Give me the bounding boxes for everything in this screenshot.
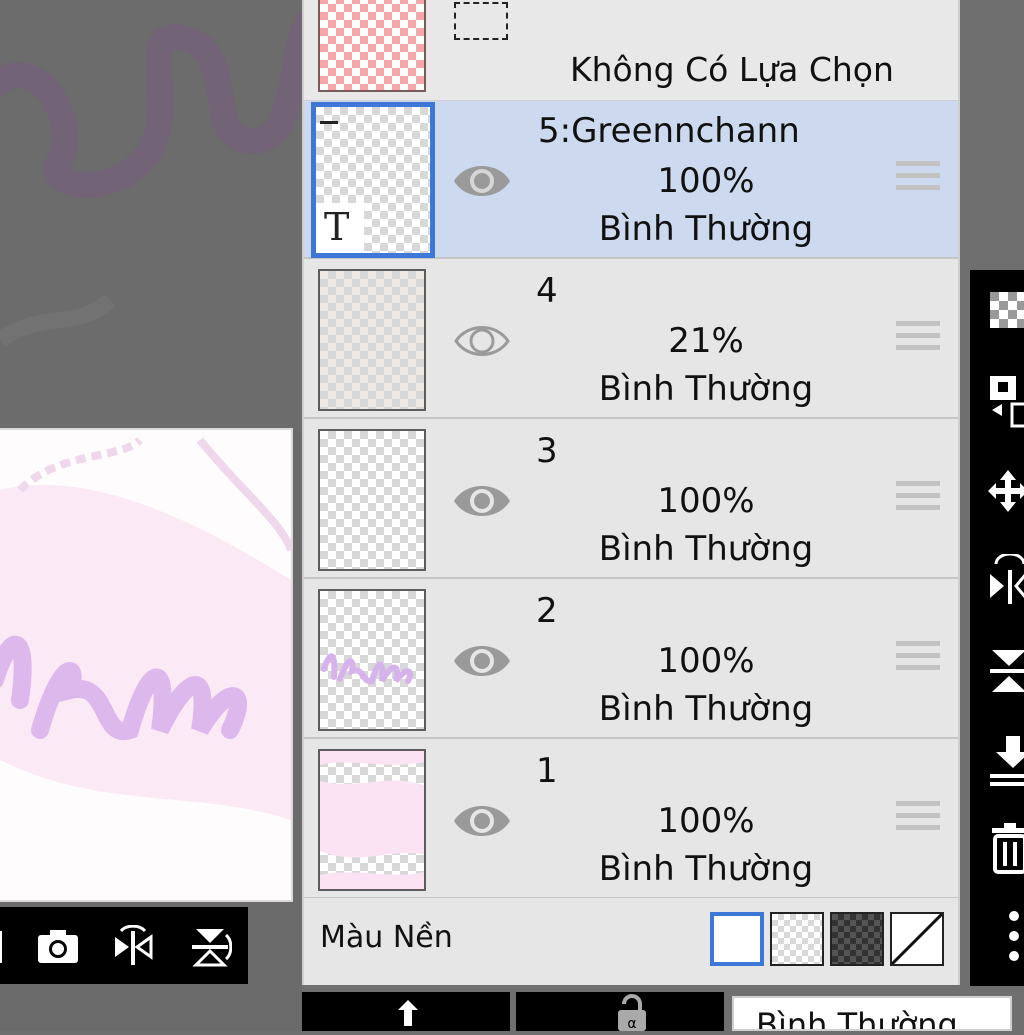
drag-handle-icon[interactable] — [896, 481, 940, 521]
background-white-swatch[interactable] — [710, 912, 764, 966]
visibility-eye-icon[interactable] — [452, 159, 512, 203]
selection-label: Không Có Lựa Chọn — [570, 50, 894, 89]
layer-thumbnail-art — [321, 653, 414, 685]
svg-text:α: α — [627, 1016, 636, 1031]
alpha-lock-icon: α — [618, 994, 646, 1032]
canvas-preview-art — [0, 430, 291, 900]
drag-handle-icon[interactable] — [896, 161, 940, 201]
layer-row-1[interactable]: 1 100% Bình Thường — [304, 741, 958, 899]
alpha-lock-button[interactable]: α — [516, 992, 724, 1032]
layer-row-4[interactable]: 4 21% Bình Thường — [304, 261, 958, 419]
canvas-artwork-background — [0, 0, 302, 430]
drag-handle-icon[interactable] — [896, 641, 940, 681]
layer-bottom-bar: α Bình Thường — [302, 992, 1024, 1032]
selection-marquee-icon — [454, 2, 508, 40]
clipping-button[interactable] — [302, 992, 510, 1031]
canvas-preview[interactable] — [0, 428, 293, 902]
selection-layer-row[interactable]: Không Có Lựa Chọn — [304, 0, 958, 102]
layer-thumbnail — [318, 749, 426, 891]
layer-panel: Không Có Lựa Chọn T 5:Greennchann 100% B… — [302, 0, 960, 985]
layer-blend-mode: Bình Thường — [598, 209, 814, 249]
copy-layer-icon[interactable] — [986, 370, 1024, 428]
merge-down-icon[interactable] — [986, 732, 1024, 786]
move-icon[interactable] — [986, 466, 1024, 516]
clipping-arrow-icon — [398, 1000, 418, 1026]
background-none-swatch[interactable] — [890, 912, 944, 966]
canvas-area[interactable] — [0, 0, 302, 1031]
layer-blend-mode: Bình Thường — [598, 529, 814, 569]
visibility-eye-icon[interactable] — [452, 479, 512, 523]
layer-name: 2 — [536, 591, 558, 631]
blend-mode-value: Bình Thường — [756, 1006, 958, 1031]
layer-blend-mode: Bình Thường — [598, 849, 814, 889]
layer-opacity: 100% — [657, 481, 755, 521]
text-layer-glyph: T — [324, 205, 350, 249]
camera-icon[interactable] — [36, 925, 80, 969]
layer-name: 1 — [536, 751, 558, 791]
layer-opacity: 100% — [657, 801, 755, 841]
visibility-eye-icon[interactable] — [452, 639, 512, 683]
more-options-icon[interactable] — [986, 908, 1024, 961]
layer-row-2[interactable]: 2 100% Bình Thường — [304, 581, 958, 739]
layer-thumbnail-art — [320, 751, 424, 889]
layer-blend-mode: Bình Thường — [598, 369, 814, 409]
layer-thumbnail — [318, 429, 426, 571]
flip-vertical-icon[interactable] — [188, 925, 233, 969]
layer-opacity: 100% — [657, 641, 755, 681]
add-layer-icon[interactable] — [986, 286, 1024, 336]
selection-thumbnail — [318, 0, 426, 92]
visibility-eye-icon[interactable] — [452, 799, 512, 843]
layer-row-5[interactable]: T 5:Greennchann 100% Bình Thường — [304, 101, 958, 259]
layer-blend-mode: Bình Thường — [598, 689, 814, 729]
flip-layer-vertical-icon[interactable] — [986, 646, 1024, 696]
drag-handle-icon[interactable] — [896, 801, 940, 841]
visibility-eye-icon[interactable] — [452, 319, 512, 363]
layer-thumbnail — [318, 589, 426, 731]
blend-mode-select[interactable]: Bình Thường — [732, 996, 1012, 1031]
background-transparent-light-swatch[interactable] — [770, 912, 824, 966]
layer-opacity: 100% — [657, 161, 755, 201]
layer-thumbnail — [318, 269, 426, 411]
flip-horizontal-icon[interactable] — [111, 924, 155, 969]
background-color-label: Màu Nền — [320, 920, 453, 955]
canvas-toolbar — [0, 907, 248, 984]
background-transparent-dark-swatch[interactable] — [830, 912, 884, 966]
layer-thumbnail: T — [311, 102, 435, 258]
layer-tools-toolbar — [970, 270, 1024, 986]
delete-layer-icon[interactable] — [986, 822, 1024, 874]
layer-name: 4 — [536, 271, 558, 311]
layer-name: 3 — [536, 431, 558, 471]
layer-opacity: 21% — [668, 321, 744, 361]
partial-button[interactable] — [0, 925, 14, 969]
background-color-row: Màu Nền — [304, 898, 958, 983]
flip-layer-horizontal-icon[interactable] — [986, 552, 1024, 604]
layer-row-3[interactable]: 3 100% Bình Thường — [304, 421, 958, 579]
layer-name: 5:Greennchann — [538, 111, 800, 151]
drag-handle-icon[interactable] — [896, 321, 940, 361]
